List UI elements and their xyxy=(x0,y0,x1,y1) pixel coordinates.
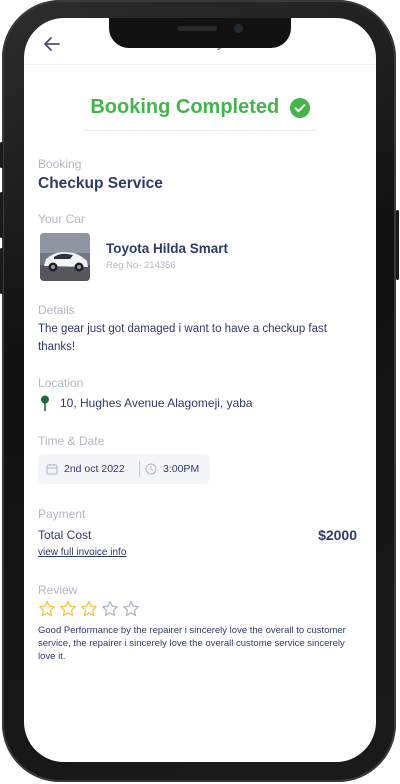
header-divider xyxy=(24,64,376,65)
star-filled-icon[interactable] xyxy=(80,600,98,618)
star-filled-icon[interactable] xyxy=(38,600,56,618)
service-name: Checkup Service xyxy=(38,175,163,192)
star-empty-icon[interactable] xyxy=(122,600,140,618)
clock-icon xyxy=(145,463,157,475)
star-filled-icon[interactable] xyxy=(59,600,77,618)
location-label: Location xyxy=(38,376,84,390)
front-camera xyxy=(235,25,242,32)
total-cost-label: Total Cost xyxy=(38,528,92,542)
phone-volume-down xyxy=(0,248,3,294)
details-text: The gear just got damaged i want to have… xyxy=(38,323,327,353)
phone-power-button xyxy=(396,210,399,280)
phone-volume-up xyxy=(0,192,3,238)
star-rating xyxy=(38,600,143,618)
star-empty-icon[interactable] xyxy=(101,600,119,618)
map-pin-icon xyxy=(41,395,49,411)
location-text: 10, Hughes Avenue Alagomeji, yaba xyxy=(60,396,253,410)
app-screen: History Booking Completed Booking Checku… xyxy=(24,18,376,762)
booking-status: Booking Completed xyxy=(24,96,376,119)
total-cost-value: $2000 xyxy=(318,527,357,543)
datetime-box: 2nd oct 2022 3:00PM xyxy=(38,454,210,484)
status-text: Booking Completed xyxy=(90,96,280,118)
car-reg-number: Reg No- 214356 xyxy=(106,260,176,271)
phone-mockup: History Booking Completed Booking Checku… xyxy=(0,0,400,784)
view-invoice-link[interactable]: view full invoice info xyxy=(38,547,126,558)
review-label: Review xyxy=(38,583,78,597)
details-label: Details xyxy=(38,303,75,317)
car-label: Your Car xyxy=(38,212,85,226)
check-circle-icon xyxy=(289,97,310,118)
datetime-separator xyxy=(139,461,140,477)
speaker xyxy=(177,26,217,31)
booking-date: 2nd oct 2022 xyxy=(64,463,125,475)
car-name: Toyota Hilda Smart xyxy=(106,241,229,256)
phone-silent-switch xyxy=(0,142,3,168)
review-text: Good Performance by the repairer i since… xyxy=(38,625,346,662)
notch xyxy=(109,18,291,48)
calendar-icon xyxy=(46,464,58,475)
booking-time: 3:00PM xyxy=(163,463,200,475)
status-divider xyxy=(84,130,316,131)
car-image xyxy=(40,233,90,281)
booking-label: Booking xyxy=(38,157,82,171)
datetime-label: Time & Date xyxy=(38,434,105,448)
payment-label: Payment xyxy=(38,507,86,521)
